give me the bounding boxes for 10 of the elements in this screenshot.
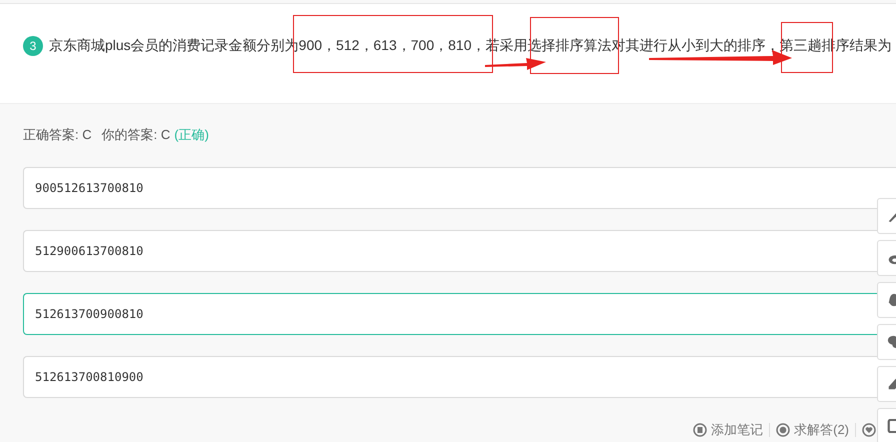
answer-option[interactable]: 512613700900810 <box>23 293 896 335</box>
action-link[interactable]: 添加笔记 <box>711 421 764 439</box>
answer-option[interactable]: 512613700810900 <box>23 356 896 398</box>
question-number: 3 <box>23 36 43 56</box>
correct-answer: 正确答案: C <box>23 127 92 142</box>
your-answer: 你的答案: C <box>102 127 170 142</box>
answer-option[interactable]: 900512613700810 <box>23 167 896 209</box>
action-link[interactable]: 求解答(2) <box>794 421 849 439</box>
answer-option[interactable]: 512900613700810 <box>23 230 896 272</box>
verdict-text: (正确) <box>174 127 209 142</box>
